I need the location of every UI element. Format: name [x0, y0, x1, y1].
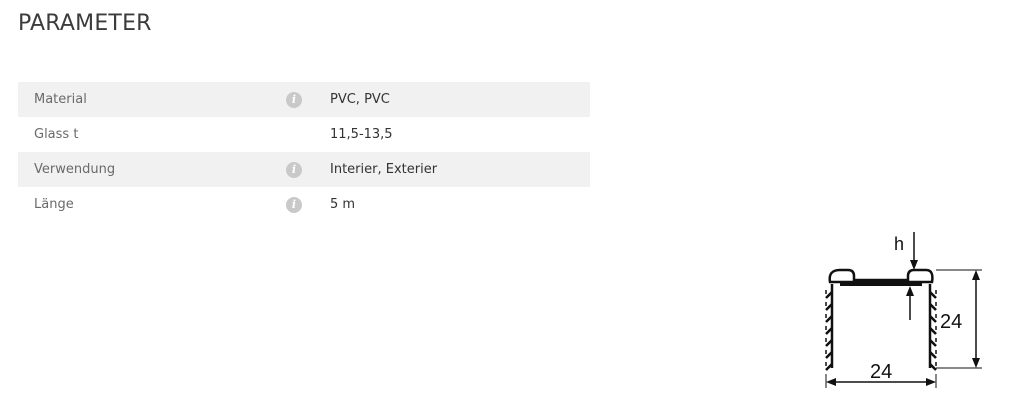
param-row-glass: Glass t 11,5-13,5 [18, 117, 590, 152]
info-icon[interactable]: i [286, 91, 302, 108]
width-dimension-label: 24 [870, 361, 892, 383]
info-icon[interactable]: i [286, 196, 302, 213]
height-dimension-label: 24 [940, 311, 962, 333]
param-label: Material [34, 92, 87, 107]
info-icon[interactable]: i [286, 161, 302, 178]
profile-left-leg [825, 284, 834, 371]
profile-right-leg [928, 284, 937, 371]
profile-top [828, 268, 934, 284]
param-value: Interier, Exterier [330, 162, 438, 177]
h-dimension-label: h [894, 234, 904, 254]
page-title: PARAMETER [18, 11, 152, 36]
param-value: PVC, PVC [330, 92, 390, 107]
parameter-table: Material i PVC, PVC Glass t 11,5-13,5 Ve… [18, 82, 590, 222]
param-label: Verwendung [34, 162, 116, 177]
param-row-laenge: Länge i 5 m [18, 187, 590, 222]
param-value: 11,5-13,5 [330, 127, 393, 142]
param-value: 5 m [330, 197, 356, 212]
param-label: Länge [34, 197, 74, 212]
param-row-verwendung: Verwendung i Interier, Exterier [18, 152, 590, 187]
profile-drawing: h 24 24 [825, 232, 982, 388]
param-label: Glass t [34, 127, 79, 142]
param-row-material: Material i PVC, PVC [18, 82, 590, 117]
